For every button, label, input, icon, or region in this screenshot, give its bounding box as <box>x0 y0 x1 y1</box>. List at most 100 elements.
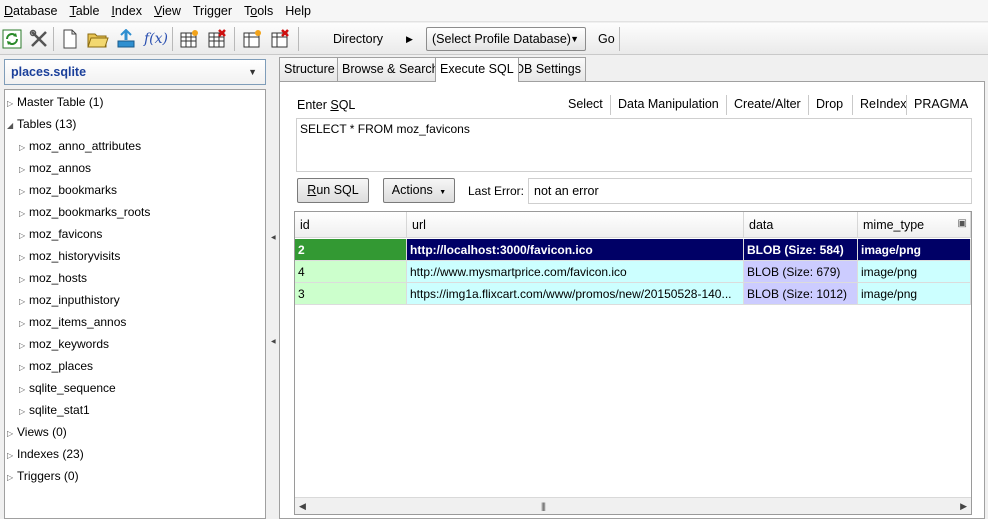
database-select[interactable]: places.sqlite ▼ <box>4 59 266 85</box>
new-file-icon[interactable] <box>58 27 82 51</box>
sql-quick-drop[interactable]: Drop <box>812 94 847 116</box>
connect-icon[interactable] <box>114 27 138 51</box>
tree-item[interactable]: ▷ moz_keywords <box>19 334 109 354</box>
toolbar: f(x) Directory ▶ (Select Profile Databas… <box>0 23 988 55</box>
column-header-mime-type[interactable]: mime_type <box>858 212 971 238</box>
expand-icon[interactable]: ▷ <box>7 424 17 444</box>
tab-db-settings[interactable]: DB Settings <box>510 57 587 81</box>
tree-item[interactable]: ▷ moz_hosts <box>19 268 87 288</box>
tree-item[interactable]: ▷ moz_items_annos <box>19 312 126 332</box>
tab-structure[interactable]: Structure <box>279 57 340 81</box>
expand-icon[interactable]: ▷ <box>7 468 17 488</box>
expand-icon[interactable]: ▷ <box>19 182 29 202</box>
sql-editor[interactable]: SELECT * FROM moz_favicons <box>296 118 972 172</box>
menu-help[interactable]: Help <box>285 0 317 22</box>
sql-quick-select[interactable]: Select <box>564 94 607 116</box>
sql-query-text: SELECT * FROM moz_favicons <box>300 122 470 136</box>
tree-item[interactable]: ▷ moz_annos <box>19 158 91 178</box>
grid-cell-data[interactable]: BLOB (Size: 679) <box>744 261 858 283</box>
tree-item[interactable]: ▷ moz_historyvisits <box>19 246 120 266</box>
expand-icon[interactable]: ▷ <box>19 292 29 312</box>
sql-quick-data-manipulation[interactable]: Data Manipulation <box>614 94 723 116</box>
column-header-id[interactable]: id <box>295 212 407 238</box>
open-folder-icon[interactable] <box>86 27 110 51</box>
expand-icon[interactable]: ▷ <box>7 94 17 114</box>
menu-database[interactable]: Database <box>4 0 64 22</box>
go-button[interactable]: Go <box>598 32 615 46</box>
tree-item[interactable]: ▷ moz_places <box>19 356 93 376</box>
tab-browse-search[interactable]: Browse & Search <box>337 57 444 81</box>
grid-cell-id[interactable]: 2 <box>295 239 407 261</box>
tools-icon[interactable] <box>27 27 51 51</box>
expand-icon[interactable]: ▷ <box>7 446 17 466</box>
grid-cell-url[interactable]: http://localhost:3000/favicon.ico <box>407 239 744 261</box>
tree-item[interactable]: ▷ moz_anno_attributes <box>19 136 141 156</box>
expand-icon[interactable]: ▷ <box>19 358 29 378</box>
tree-item[interactable]: ▷ moz_inputhistory <box>19 290 120 310</box>
tree-item[interactable]: ▷ moz_bookmarks_roots <box>19 202 150 222</box>
profile-database-select[interactable]: (Select Profile Database) ▼ <box>426 27 586 51</box>
grid-cell-id[interactable]: 3 <box>295 283 407 305</box>
run-sql-button[interactable]: Run SQL <box>297 178 369 203</box>
grid-cell-mime-type[interactable]: image/png <box>858 239 971 261</box>
menu-view[interactable]: View <box>154 0 187 22</box>
expand-icon[interactable]: ▷ <box>19 248 29 268</box>
dropdown-arrow-icon: ▼ <box>570 34 579 44</box>
tree-item[interactable]: ▷ Triggers (0) <box>7 466 79 486</box>
column-chooser-icon[interactable]: ▣ <box>958 218 967 229</box>
grid-cell-mime-type[interactable]: image/png <box>858 261 971 283</box>
tab-execute-sql[interactable]: Execute SQL <box>435 57 519 82</box>
sql-quick-reindex[interactable]: ReIndex <box>856 94 911 116</box>
tree-item[interactable]: ▷ Indexes (23) <box>7 444 84 464</box>
function-icon[interactable]: f(x) <box>142 27 170 51</box>
expand-icon[interactable]: ▷ <box>19 138 29 158</box>
grid-cell-data[interactable]: BLOB (Size: 1012) <box>744 283 858 305</box>
tree-item[interactable]: ▷ sqlite_stat1 <box>19 400 90 420</box>
expand-icon[interactable]: ▷ <box>19 270 29 290</box>
tree-item[interactable]: ▷ sqlite_sequence <box>19 378 116 398</box>
drop-table-icon[interactable] <box>205 27 229 51</box>
expand-icon[interactable]: ▷ <box>19 380 29 400</box>
tree-item-label: moz_bookmarks_roots <box>29 205 151 219</box>
tree-item[interactable]: ▷ Master Table (1) <box>7 92 103 112</box>
expand-icon[interactable]: ▷ <box>19 204 29 224</box>
splitter-grip-icon[interactable]: ◀ <box>271 338 276 345</box>
scroll-grip-icon[interactable]: ||| <box>541 501 546 511</box>
tree-item[interactable]: ▷ moz_bookmarks <box>19 180 117 200</box>
menu-tools[interactable]: Tools <box>244 0 279 22</box>
column-header-url[interactable]: url <box>407 212 744 238</box>
schema-tree[interactable]: ▷ Master Table (1) ◢ Tables (13) ▷ moz_anno_a… <box>4 89 266 519</box>
directory-arrow-icon[interactable]: ▶ <box>406 34 413 45</box>
expand-icon[interactable]: ▷ <box>19 402 29 422</box>
collapse-icon[interactable]: ◢ <box>7 116 17 136</box>
menu-index[interactable]: Index <box>111 0 148 22</box>
grid-cell-id[interactable]: 4 <box>295 261 407 283</box>
menu-trigger[interactable]: Trigger <box>193 0 238 22</box>
grid-cell-mime-type[interactable]: image/png <box>858 283 971 305</box>
grid-cell-data[interactable]: BLOB (Size: 584) <box>744 239 858 261</box>
tree-item[interactable]: ▷ moz_favicons <box>19 224 102 244</box>
column-header-data[interactable]: data <box>744 212 858 238</box>
scroll-left-icon[interactable]: ◀ <box>299 501 306 512</box>
expand-icon[interactable]: ▷ <box>19 226 29 246</box>
grid-cell-url[interactable]: http://www.mysmartprice.com/favicon.ico <box>407 261 744 283</box>
sql-quick-pragma[interactable]: PRAGMA <box>910 94 972 116</box>
create-table-icon[interactable] <box>177 27 201 51</box>
create-index-icon[interactable] <box>240 27 264 51</box>
expand-icon[interactable]: ▷ <box>19 336 29 356</box>
sql-quick-create-alter[interactable]: Create/Alter <box>730 94 805 116</box>
results-grid[interactable]: ◀ ||| ▶ id url data mime_type ▣ 2 http://local… <box>294 211 972 515</box>
tree-item[interactable]: ◢ Tables (13) <box>7 114 76 134</box>
scroll-right-icon[interactable]: ▶ <box>960 501 967 512</box>
tree-item[interactable]: ▷ Views (0) <box>7 422 67 442</box>
expand-icon[interactable]: ▷ <box>19 314 29 334</box>
menu-table[interactable]: Table <box>70 0 106 22</box>
horizontal-scrollbar[interactable]: ◀ ||| ▶ <box>295 497 971 514</box>
tab-label: Execute SQL <box>440 62 514 76</box>
expand-icon[interactable]: ▷ <box>19 160 29 180</box>
actions-button[interactable]: Actions ▼ <box>383 178 455 203</box>
splitter-grip-icon[interactable]: ◀ <box>271 234 276 241</box>
reload-icon[interactable] <box>0 27 24 51</box>
drop-index-icon[interactable] <box>268 27 292 51</box>
grid-cell-url[interactable]: https://img1a.flixcart.com/www/promos/ne… <box>407 283 744 305</box>
